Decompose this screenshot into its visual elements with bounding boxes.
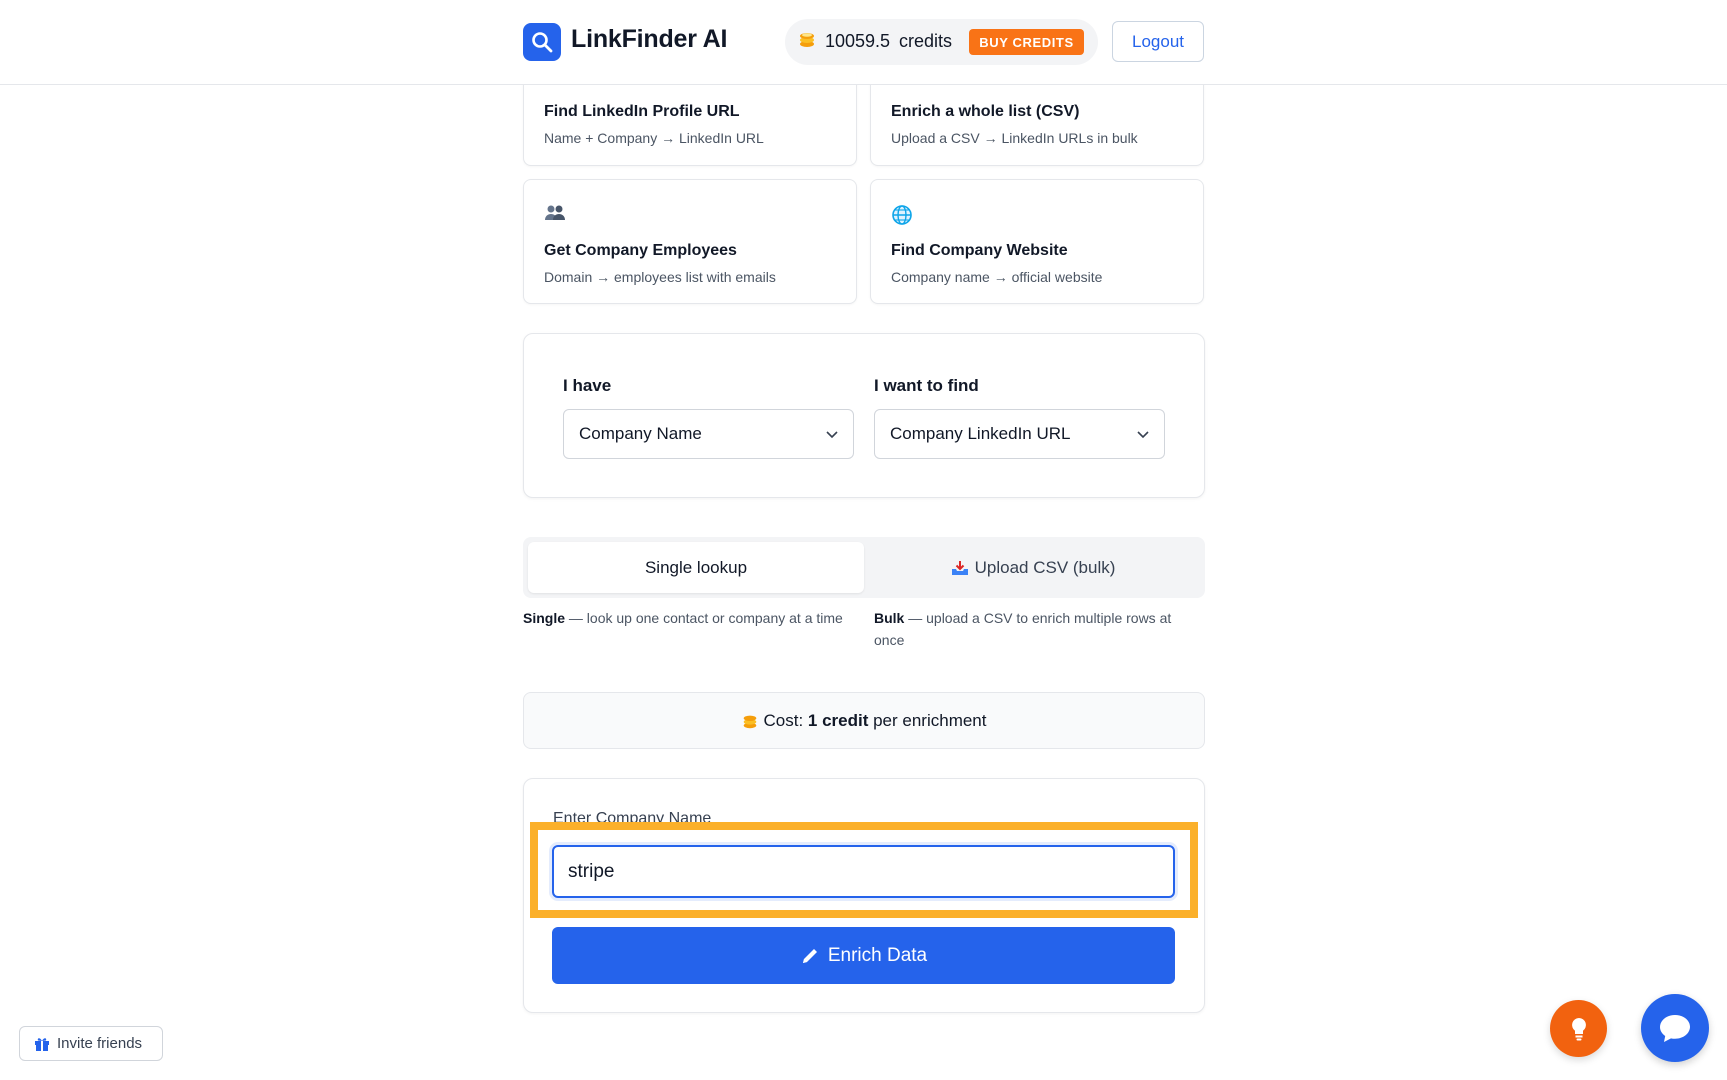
feature-title: Enrich a whole list (CSV) [891, 103, 1080, 120]
bulk-desc-bold: Bulk [874, 610, 905, 626]
cost-suffix: per enrichment [868, 710, 987, 730]
cost-amount: 1 credit [807, 710, 869, 730]
tab-upload-csv[interactable]: Upload CSV (bulk) [865, 542, 1201, 593]
tab-single-lookup[interactable]: Single lookup [528, 542, 864, 593]
inbox-tray-icon [951, 560, 969, 576]
people-icon [544, 204, 566, 227]
top-header: LinkFinder AI 10059.5 credits BUY CREDIT… [0, 0, 1727, 85]
have-label: I have [563, 376, 612, 395]
single-mode-description: Single — look up one contact or company … [523, 607, 853, 629]
credits-value: 10059.5 [825, 31, 891, 51]
invite-friends-button[interactable]: Invite friends [19, 1026, 163, 1061]
feature-card-company-employees[interactable]: Get Company Employees Domain → employees… [523, 179, 857, 304]
bulk-mode-description: Bulk — upload a CSV to enrich multiple r… [874, 607, 1204, 651]
lightbulb-icon[interactable] [1550, 1000, 1607, 1057]
single-desc-bold: Single [523, 610, 566, 626]
coins-icon [797, 29, 817, 54]
buy-credits-button[interactable]: BUY CREDITS [969, 29, 1084, 55]
app-name[interactable]: LinkFinder AI [571, 25, 727, 54]
have-select-value: Company Name [579, 424, 702, 443]
cost-info-bar: Cost: 1 credit per enrichment [523, 692, 1205, 749]
logout-button[interactable]: Logout [1112, 21, 1204, 62]
pencil-icon [800, 946, 820, 966]
credits-label: credits [899, 31, 953, 51]
find-select-value: Company LinkedIn URL [890, 424, 1071, 443]
coins-icon [741, 712, 759, 730]
globe-icon [891, 204, 913, 231]
tab-upload-csv-label: Upload CSV (bulk) [974, 557, 1116, 577]
enrich-data-label: Enrich Data [827, 944, 928, 966]
find-select[interactable]: Company LinkedIn URL [874, 409, 1165, 459]
chevron-down-icon [825, 427, 839, 446]
invite-friends-label: Invite friends [57, 1035, 143, 1052]
feature-desc: Company name → official website [891, 269, 1103, 285]
company-name-input[interactable]: stripe [552, 845, 1175, 898]
chat-bubble-icon[interactable] [1641, 994, 1709, 1062]
gift-icon [34, 1036, 50, 1052]
chevron-down-icon [1136, 427, 1150, 446]
feature-desc: Name + Company → LinkedIn URL [544, 130, 764, 146]
bulk-desc-text: — upload a CSV to enrich multiple rows a… [874, 610, 1172, 648]
feature-desc: Domain → employees list with emails [544, 269, 776, 285]
feature-title: Find Company Website [891, 242, 1068, 259]
find-label: I want to find [874, 376, 979, 395]
search-logo-icon[interactable] [523, 23, 561, 61]
cost-prefix: Cost: [763, 710, 808, 730]
feature-desc: Upload a CSV → LinkedIn URLs in bulk [891, 130, 1138, 146]
feature-card-company-website[interactable]: Find Company Website Company name → offi… [870, 179, 1204, 304]
feature-title: Find LinkedIn Profile URL [544, 103, 740, 120]
have-select[interactable]: Company Name [563, 409, 854, 459]
feature-title: Get Company Employees [544, 242, 737, 259]
enrich-data-button[interactable]: Enrich Data [552, 927, 1175, 984]
single-desc-text: — look up one contact or company at a ti… [565, 610, 843, 626]
